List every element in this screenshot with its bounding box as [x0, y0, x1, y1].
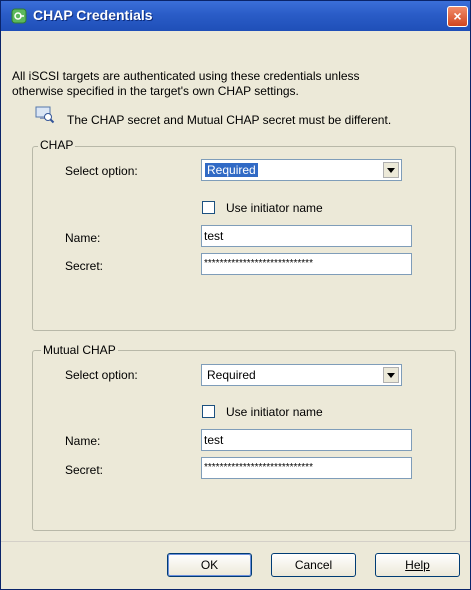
mutual-chap-select-option[interactable]: Required	[201, 364, 402, 386]
chap-select-option[interactable]: Required	[201, 159, 402, 181]
ok-button[interactable]: OK	[167, 553, 252, 577]
mutual-chap-use-initiator-checkbox[interactable]	[202, 405, 215, 418]
cancel-button[interactable]: Cancel	[271, 553, 356, 577]
chap-secret-field[interactable]: ****************************	[201, 253, 412, 275]
mutual-chap-secret-field[interactable]: ****************************	[201, 457, 412, 479]
chap-select-value: Required	[205, 163, 258, 177]
mutual-chap-use-initiator-label[interactable]: Use initiator name	[226, 405, 323, 419]
chap-use-initiator-label[interactable]: Use initiator name	[226, 201, 323, 215]
chap-select-label: Select option:	[65, 164, 138, 178]
chap-name-field[interactable]: test	[201, 225, 412, 247]
mutual-chap-secret-label: Secret:	[65, 463, 104, 477]
chap-secret-label: Secret:	[65, 259, 104, 273]
dialog-title: CHAP Credentials	[33, 7, 153, 23]
mutual-chap-select-label: Select option:	[65, 368, 138, 382]
close-icon: ×	[453, 8, 462, 24]
chap-legend: CHAP	[38, 138, 76, 152]
mutual-chap-legend: Mutual CHAP	[41, 343, 118, 357]
divider	[1, 541, 470, 542]
chap-credentials-icon	[11, 8, 27, 24]
chap-name-label: Name:	[65, 231, 101, 245]
title-bar[interactable]: CHAP Credentials ×	[1, 1, 470, 31]
mutual-chap-select-value: Required	[207, 368, 256, 382]
mutual-chap-name-label: Name:	[65, 434, 101, 448]
intro-text: All iSCSI targets are authenticated usin…	[12, 69, 452, 99]
help-button[interactable]: Help	[375, 553, 460, 577]
help-button-label: Help	[405, 558, 430, 572]
note-text: The CHAP secret and Mutual CHAP secret m…	[67, 113, 392, 127]
chap-use-initiator-checkbox[interactable]	[202, 201, 215, 214]
chevron-down-icon[interactable]	[383, 162, 399, 178]
intro-line-1: All iSCSI targets are authenticated usin…	[12, 69, 360, 83]
info-monitor-icon	[35, 106, 55, 124]
chap-credentials-dialog: CHAP Credentials × All iSCSI targets are…	[0, 0, 471, 590]
mutual-chap-name-field[interactable]: test	[201, 429, 412, 451]
intro-line-2: otherwise specified in the target's own …	[12, 84, 299, 98]
close-button[interactable]: ×	[447, 6, 468, 27]
chevron-down-icon[interactable]	[383, 367, 399, 383]
